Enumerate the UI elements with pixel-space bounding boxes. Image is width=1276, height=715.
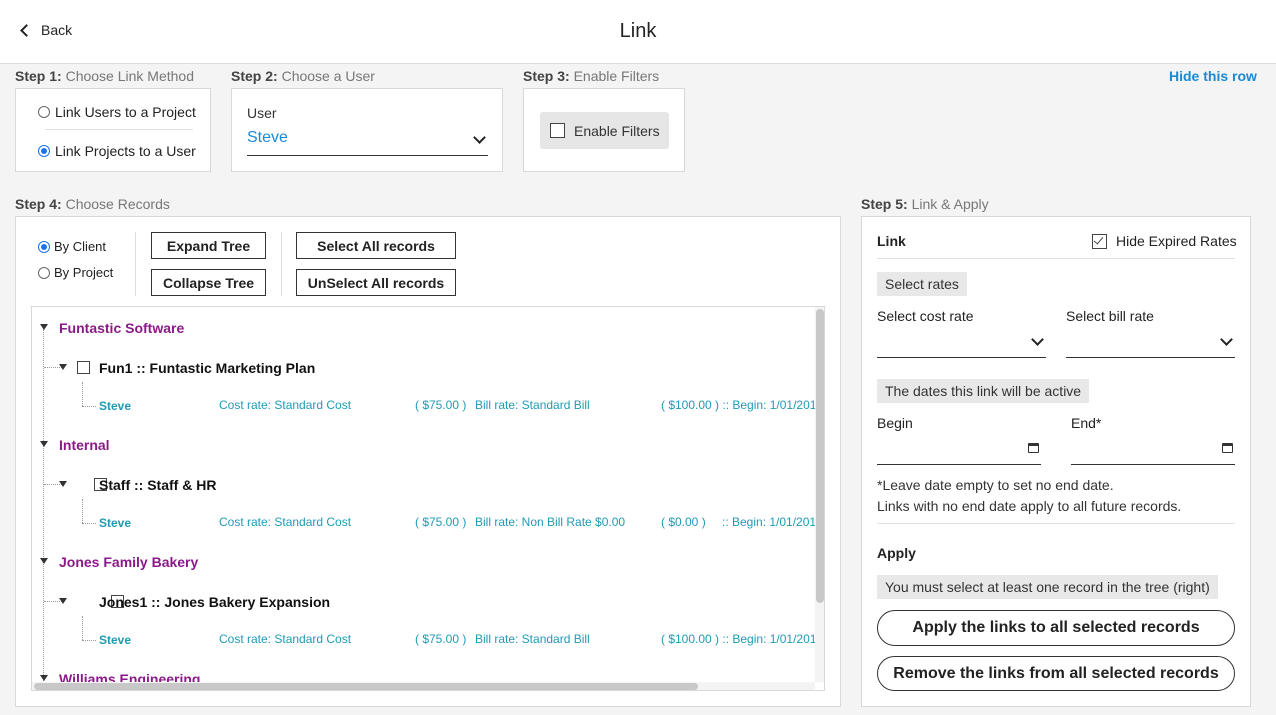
radio-by-client[interactable] (38, 240, 50, 253)
filters-panel: Enable Filters (523, 88, 685, 172)
tree-project[interactable]: Fun1 :: Funtastic Marketing Plan (99, 360, 315, 376)
step1-label: Step 1: Choose Link Method (15, 68, 194, 84)
project-checkbox[interactable] (77, 361, 90, 374)
enable-filters-checkbox[interactable] (550, 123, 565, 138)
hide-row-link[interactable]: Hide this row (1169, 68, 1257, 84)
record-user[interactable]: Steve (99, 516, 131, 530)
record-cost-rate: Cost rate: Standard Cost (219, 398, 352, 412)
step5-label: Step 5: Link & Apply (861, 196, 989, 212)
calendar-icon[interactable] (1222, 443, 1233, 453)
record-bill-rate: Bill rate: Standard Bill (475, 398, 590, 412)
record-cost-amount: ( $75.00 ) (415, 515, 467, 529)
tree-project[interactable]: Staff :: Staff & HR (99, 477, 216, 493)
expand-toggle-icon[interactable] (40, 675, 48, 681)
expand-tree-button[interactable]: Expand Tree (151, 232, 266, 259)
bill-rate-label: Select bill rate (1066, 308, 1154, 324)
chevron-down-icon (473, 131, 486, 144)
radio-by-project[interactable] (38, 266, 50, 279)
chevron-down-icon (1031, 333, 1044, 346)
link-users-to-project-option[interactable]: Link Users to a Project (38, 104, 196, 120)
horizontal-scrollbar[interactable] (34, 683, 698, 690)
collapse-tree-button[interactable]: Collapse Tree (151, 269, 266, 296)
step4-label: Step 4: Choose Records (15, 196, 170, 212)
remove-links-button[interactable]: Remove the links from all selected recor… (877, 656, 1235, 691)
apply-section-title: Apply (877, 545, 916, 561)
back-button[interactable]: Back (18, 22, 72, 38)
apply-warning-chip: You must select at least one record in t… (877, 575, 1218, 599)
active-dates-chip: The dates this link will be active (877, 379, 1090, 403)
chevron-left-icon (20, 23, 33, 37)
select-all-records-button[interactable]: Select All records (296, 232, 456, 259)
record-user[interactable]: Steve (99, 399, 131, 413)
back-label: Back (41, 22, 73, 38)
expand-toggle-icon[interactable] (59, 598, 67, 604)
select-rates-chip: Select rates (877, 272, 967, 296)
expand-toggle-icon[interactable] (59, 364, 67, 370)
tree-project[interactable]: Jones1 :: Jones Bakery Expansion (99, 594, 330, 610)
expand-toggle-icon[interactable] (40, 558, 48, 564)
user-field-label: User (247, 105, 277, 121)
hide-expired-rates-option[interactable]: Hide Expired Rates (1092, 233, 1237, 249)
record-bill-rate: Bill rate: Standard Bill (475, 632, 590, 646)
link-section-title: Link (877, 233, 906, 249)
begin-date-input[interactable] (877, 435, 1041, 465)
future-records-note: Links with no end date apply to all futu… (877, 498, 1182, 514)
cost-rate-label: Select cost rate (877, 308, 974, 324)
end-date-note: *Leave date empty to set no end date. (877, 477, 1114, 493)
enable-filters-toggle[interactable]: Enable Filters (540, 112, 669, 149)
step3-label: Step 3: Enable Filters (523, 68, 660, 84)
expand-toggle-icon[interactable] (59, 481, 67, 487)
record-bill-amount: ( $100.00 ) :: Begin: 1/01/2019 (661, 398, 824, 412)
radio-users-to-project[interactable] (38, 106, 50, 118)
record-cost-rate: Cost rate: Standard Cost (219, 515, 352, 529)
record-bill-rate: Bill rate: Non Bill Rate $0.00 (475, 515, 626, 529)
expand-toggle-icon[interactable] (40, 324, 48, 330)
hide-expired-checkbox[interactable] (1092, 233, 1107, 249)
group-by-client-option[interactable]: By Client (38, 239, 106, 254)
record-bill-amount: ( $100.00 ) :: Begin: 1/01/2019 (661, 632, 824, 646)
link-projects-to-user-option[interactable]: Link Projects to a User (38, 143, 196, 159)
tree-client[interactable]: Funtastic Software (59, 320, 184, 336)
user-select[interactable]: Steve (247, 127, 488, 156)
radio-projects-to-user[interactable] (38, 145, 50, 157)
link-method-panel: Link Users to a Project Link Projects to… (15, 88, 211, 172)
top-bar (0, 0, 1276, 64)
begin-date-label: Begin (877, 415, 913, 431)
record-bill-amount: ( $0.00 ) (661, 515, 706, 529)
user-select-value: Steve (247, 129, 288, 146)
end-date-label: End* (1071, 415, 1102, 431)
unselect-all-records-button[interactable]: UnSelect All records (296, 269, 456, 296)
step2-label: Step 2: Choose a User (231, 68, 375, 84)
end-date-input[interactable] (1071, 435, 1235, 465)
group-by-project-option[interactable]: By Project (38, 265, 113, 280)
chevron-down-icon (1220, 333, 1233, 346)
expand-toggle-icon[interactable] (40, 441, 48, 447)
bill-rate-select[interactable] (1066, 328, 1235, 358)
record-user[interactable]: Steve (99, 633, 131, 647)
vertical-scrollbar[interactable] (816, 309, 824, 603)
apply-links-button[interactable]: Apply the links to all selected records (877, 610, 1235, 646)
cost-rate-select[interactable] (877, 328, 1046, 358)
tree-client[interactable]: Internal (59, 437, 110, 453)
user-panel: User Steve (231, 88, 503, 172)
record-cost-rate: Cost rate: Standard Cost (219, 632, 352, 646)
tree-client[interactable]: Jones Family Bakery (59, 554, 198, 570)
record-cost-amount: ( $75.00 ) (415, 398, 467, 412)
records-tree: Funtastic Software Fun1 :: Funtastic Mar… (31, 306, 825, 691)
calendar-icon[interactable] (1028, 443, 1039, 453)
record-begin-date: :: Begin: 1/01/2019 (722, 515, 823, 529)
record-cost-amount: ( $75.00 ) (415, 632, 467, 646)
